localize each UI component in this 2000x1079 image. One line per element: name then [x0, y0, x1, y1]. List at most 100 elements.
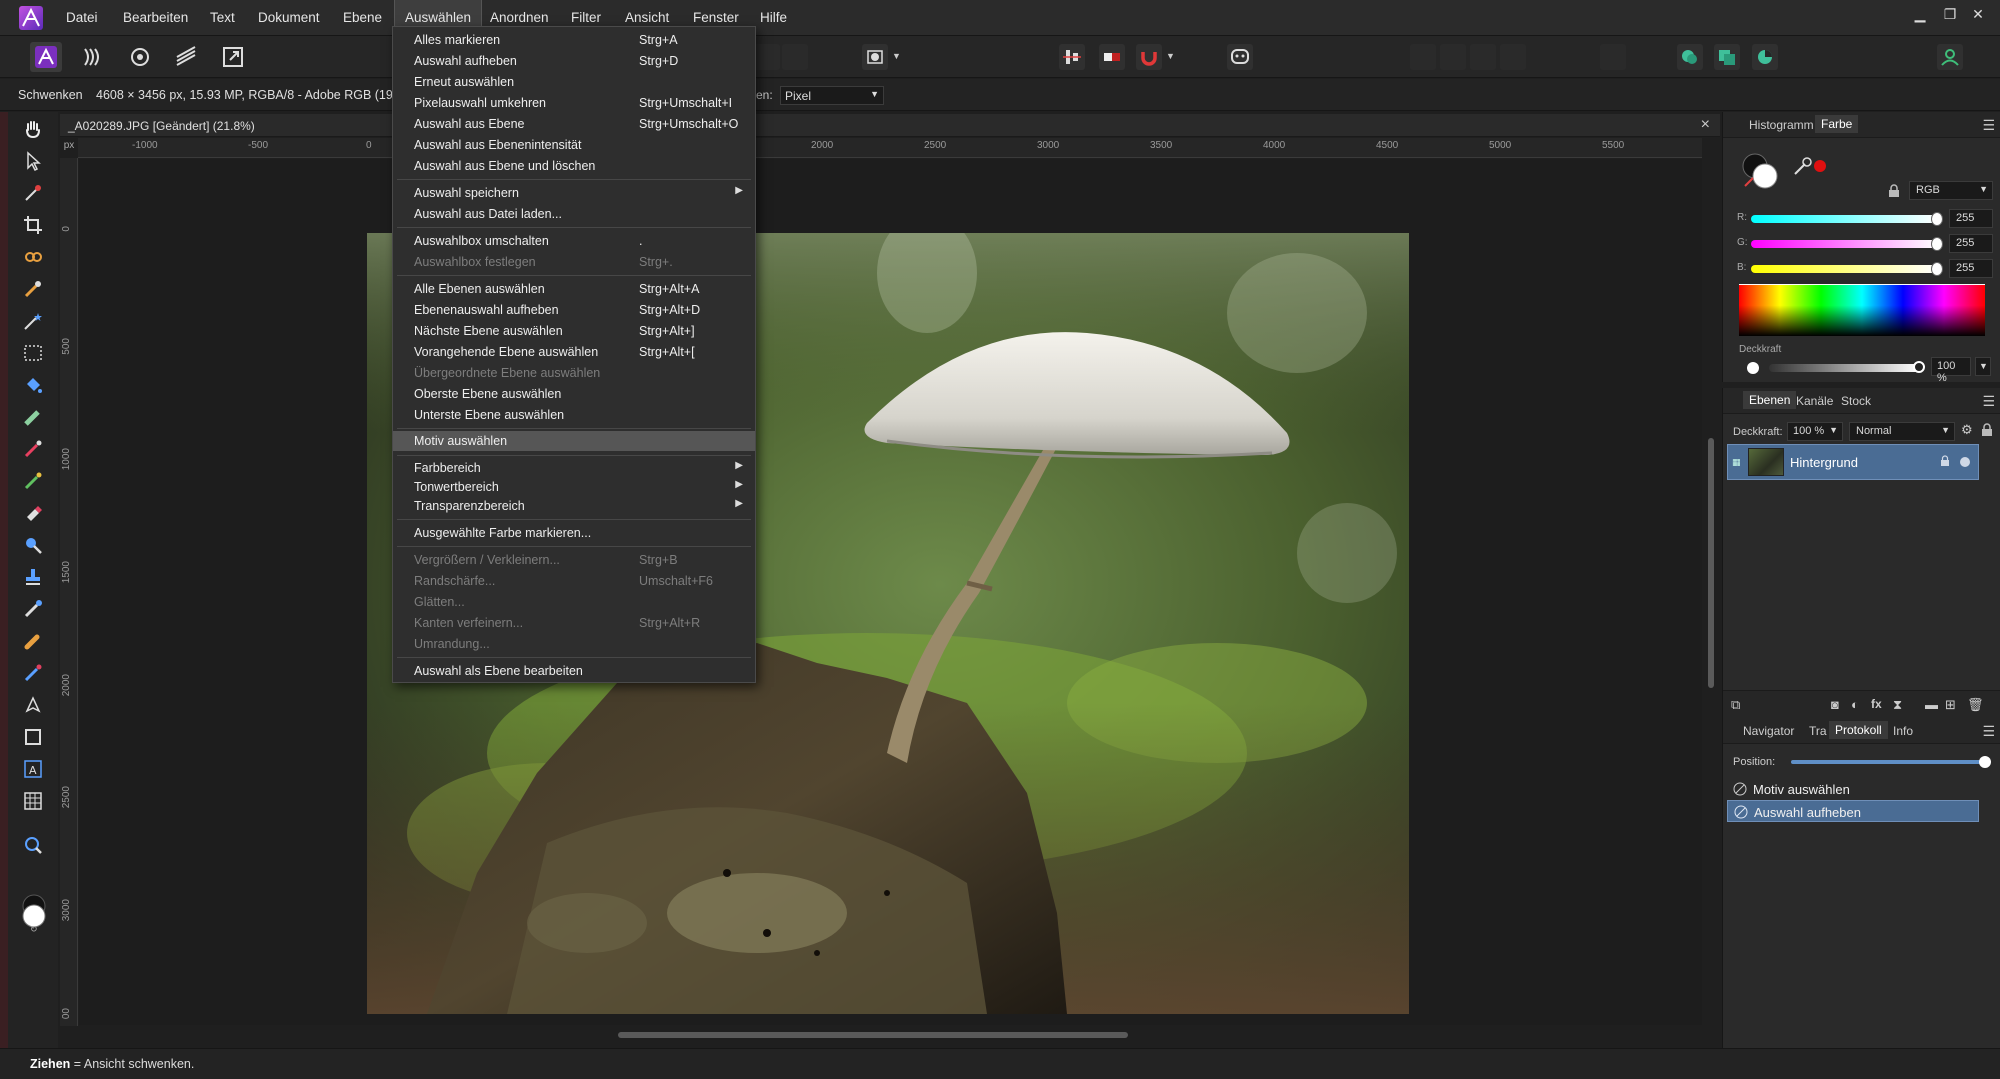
menu-item-vorangehende-ebene-auswaehlen[interactable]: Vorangehende Ebene auswählen Strg+Alt+[: [393, 342, 755, 362]
magic-wand-icon[interactable]: [20, 308, 46, 334]
layers-panel-menu-icon[interactable]: ☰: [1982, 393, 1995, 410]
menu-item-oberste-ebene-auswaehlen[interactable]: Oberste Ebene auswählen: [393, 384, 755, 404]
menu-item-ebenenauswahl-aufheben[interactable]: Ebenenauswahl aufheben Strg+Alt+D: [393, 300, 755, 320]
pan-hand-icon[interactable]: [20, 116, 46, 142]
delete-layer-icon[interactable]: 🗑: [1967, 697, 1984, 713]
clone-stamp-icon[interactable]: [20, 564, 46, 590]
horizontal-scrollbar[interactable]: [78, 1026, 1704, 1044]
close-window-icon[interactable]: ✕: [1966, 6, 1990, 23]
tab-kanaele[interactable]: Kanäle: [1796, 394, 1833, 408]
r-slider-knob[interactable]: [1931, 212, 1943, 226]
g-slider-track[interactable]: [1751, 240, 1937, 248]
opacity-value[interactable]: 100 %: [1931, 357, 1971, 384]
layer-settings-gear-icon[interactable]: ⚙: [1961, 422, 1973, 438]
document-tab[interactable]: _A020289.JPG [Geändert] (21.8%) ×: [60, 114, 1720, 137]
menu-item-pixelauswahl-umkehren[interactable]: Pixelauswahl umkehren Strg+Umschalt+I: [393, 93, 755, 113]
mesh-warp-icon[interactable]: [20, 660, 46, 686]
menu-item-erneut-auswaehlen[interactable]: Erneut auswählen: [393, 72, 755, 92]
menu-item-auswahl-aus-ebene[interactable]: Auswahl aus Ebene Strg+Umschalt+O: [393, 114, 755, 134]
lock-icon[interactable]: [1887, 184, 1901, 198]
color-spectrum[interactable]: [1739, 284, 1985, 336]
snapping-magnet-icon[interactable]: [1136, 44, 1162, 70]
tab-farbe[interactable]: Farbe: [1815, 115, 1859, 133]
develop-persona-icon[interactable]: [124, 42, 156, 72]
paint-brush-icon[interactable]: [20, 436, 46, 462]
dodge-tool-icon[interactable]: [20, 532, 46, 558]
mask-toggle-icon[interactable]: [1099, 44, 1125, 70]
export-persona-icon[interactable]: [217, 42, 249, 72]
b-value[interactable]: 255: [1949, 259, 1993, 278]
menu-item-motiv-auswaehlen[interactable]: Motiv auswählen: [393, 431, 755, 451]
color-picker-icon[interactable]: [20, 180, 46, 206]
boolean-intersect-icon[interactable]: [1752, 44, 1778, 70]
history-position-track[interactable]: [1791, 760, 1983, 764]
menu-item-unterste-ebene-auswaehlen[interactable]: Unterste Ebene auswählen: [393, 405, 755, 425]
transform-3-icon[interactable]: [1470, 44, 1496, 70]
live-filter-fx-icon[interactable]: fx: [1871, 697, 1882, 711]
close-document-icon[interactable]: ×: [1701, 116, 1710, 134]
menu-item-alle-ebenen-auswaehlen[interactable]: Alle Ebenen auswählen Strg+Alt+A: [393, 279, 755, 299]
selection-mode-2-icon[interactable]: [782, 44, 808, 70]
crop-tool-icon[interactable]: [20, 212, 46, 238]
vertical-scrollbar[interactable]: [1704, 138, 1718, 1026]
menu-item-auswahl-aus-ebene-und-loeschen[interactable]: Auswahl aus Ebene und löschen: [393, 156, 755, 176]
menu-item-transparenzbereich[interactable]: Transparenzbereich ▶: [393, 496, 755, 516]
tab-protokoll[interactable]: Protokoll: [1829, 721, 1888, 739]
history-position-knob[interactable]: [1979, 756, 1991, 768]
color-replacement-brush-icon[interactable]: [20, 468, 46, 494]
pen-tool-icon[interactable]: [20, 692, 46, 718]
menu-bearbeiten[interactable]: Bearbeiten: [113, 0, 198, 36]
tab-navigator[interactable]: Navigator: [1743, 724, 1794, 738]
liquify-persona-icon[interactable]: [77, 42, 109, 72]
photo-persona-icon[interactable]: [30, 42, 62, 72]
vertical-scroll-thumb[interactable]: [1708, 438, 1714, 688]
text-tool-icon[interactable]: A: [20, 756, 46, 782]
selection-mode-icon[interactable]: [754, 44, 780, 70]
panel-menu-icon[interactable]: ☰: [1982, 117, 1995, 134]
b-slider-track[interactable]: [1751, 265, 1937, 273]
menu-item-auswahl-als-ebene-bearbeiten[interactable]: Auswahl als Ebene bearbeiten: [393, 661, 755, 681]
layer-lock-icon[interactable]: [1981, 423, 1993, 437]
new-layer-icon[interactable]: ⊞: [1945, 697, 1956, 713]
units-select[interactable]: Pixel ▼: [780, 86, 884, 105]
group-folder-icon[interactable]: ▬: [1925, 697, 1938, 712]
minimize-icon[interactable]: ▁: [1908, 6, 1932, 23]
menu-item-auswahlbox-umschalten[interactable]: Auswahlbox umschalten.: [393, 231, 755, 251]
menu-datei[interactable]: Datei: [56, 0, 108, 36]
snapping-chevron-down-icon[interactable]: ▼: [1163, 44, 1177, 70]
layer-arrange-icon[interactable]: ⧉: [1731, 697, 1740, 713]
tab-stock[interactable]: Stock: [1841, 394, 1871, 408]
table-grid-icon[interactable]: [20, 788, 46, 814]
adjustment-layer-icon[interactable]: ◐: [1851, 697, 1859, 712]
b-slider-knob[interactable]: [1931, 262, 1943, 276]
transform-2-icon[interactable]: [1440, 44, 1466, 70]
menu-item-auswahl-aufheben[interactable]: Auswahl aufheben Strg+D: [393, 51, 755, 71]
brush-selection-icon[interactable]: [20, 276, 46, 302]
fill-stroke-swatch-icon[interactable]: [1741, 152, 1781, 192]
rectangle-tool-icon[interactable]: [20, 724, 46, 750]
transform-4-icon[interactable]: [1500, 44, 1526, 70]
assistant-icon[interactable]: [1227, 44, 1253, 70]
move-tool-icon[interactable]: [20, 148, 46, 174]
opacity-slider-knob[interactable]: [1913, 361, 1925, 373]
quick-mask-icon[interactable]: [862, 44, 888, 70]
tab-info[interactable]: Info: [1893, 724, 1913, 738]
menu-item-tonwertbereich[interactable]: Tonwertbereich ▶: [393, 477, 755, 497]
menu-text[interactable]: Text: [200, 0, 245, 36]
opacity-slider-track[interactable]: [1769, 364, 1919, 372]
align-icon[interactable]: [1059, 44, 1085, 70]
restore-icon[interactable]: ❐: [1938, 6, 1962, 23]
blend-mode-select[interactable]: Normal ▼: [1849, 422, 1955, 441]
layer-row-hintergrund[interactable]: ▦ Hintergrund: [1727, 444, 1979, 480]
tone-mapping-persona-icon[interactable]: [170, 42, 202, 72]
menu-item-auswahl-speichern[interactable]: Auswahl speichern ▶: [393, 183, 755, 203]
menu-item-ausgewaehlte-farbe-markieren[interactable]: Ausgewählte Farbe markieren...: [393, 523, 755, 543]
opacity-chevron-down-icon[interactable]: ▼: [1975, 357, 1991, 376]
boolean-subtract-icon[interactable]: [1714, 44, 1740, 70]
marquee-selection-icon[interactable]: [20, 340, 46, 366]
gradient-tool-icon[interactable]: [20, 404, 46, 430]
menu-dokument[interactable]: Dokument: [248, 0, 330, 36]
menu-item-auswahl-aus-datei-laden[interactable]: Auswahl aus Datei laden...: [393, 204, 755, 224]
menu-item-alles-markieren[interactable]: Alles markieren Strg+A: [393, 30, 755, 50]
layer-visibility-icon[interactable]: [1960, 457, 1970, 467]
